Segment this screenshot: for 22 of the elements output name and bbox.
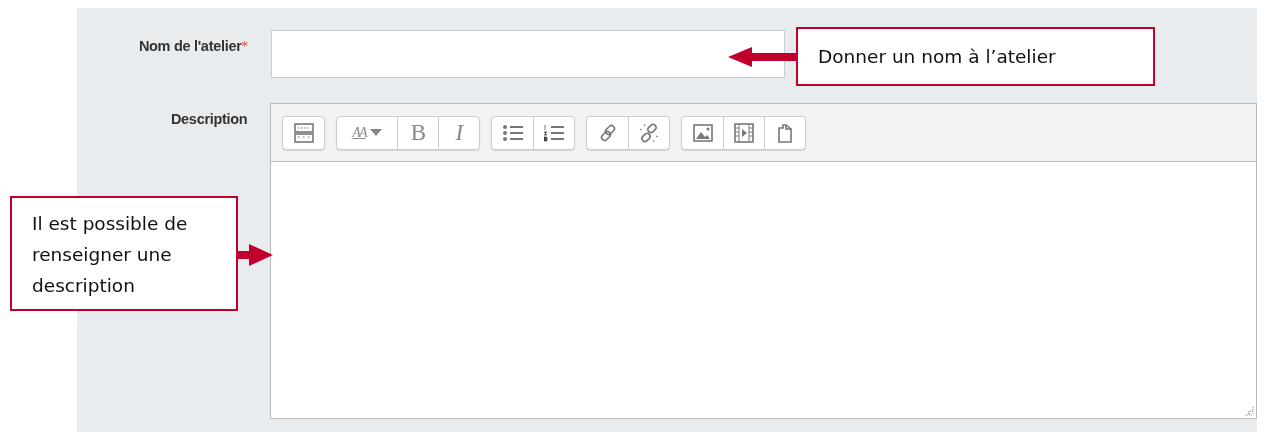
bullet-list-icon [501,123,524,142]
image-icon [692,123,713,142]
caret-icon [370,128,383,137]
numbered-list-icon [543,123,566,142]
bold-button[interactable]: B [397,116,439,149]
required-mark: * [241,38,248,54]
unlink-icon [639,122,660,143]
italic-button[interactable]: I [438,116,480,149]
film-icon [734,122,755,143]
pointer-arrow [728,47,796,67]
callout-note: Donner un nom à l’atelier [796,27,1155,86]
toolbar-toggle-icon [293,122,314,143]
field-label: Nom de l'atelier [138,38,242,54]
callout-note: Il est possible de renseigner une description [10,196,238,311]
text-editor[interactable]: AA B I [270,103,1257,419]
font-size-label: AA [352,124,366,141]
font-size-button[interactable]: AA [337,116,398,149]
input-field[interactable] [271,30,785,78]
field-label: Description [170,111,248,127]
pointer-arrow [237,244,273,266]
file-icon [776,122,795,143]
resize-handle-icon[interactable] [1244,406,1254,416]
